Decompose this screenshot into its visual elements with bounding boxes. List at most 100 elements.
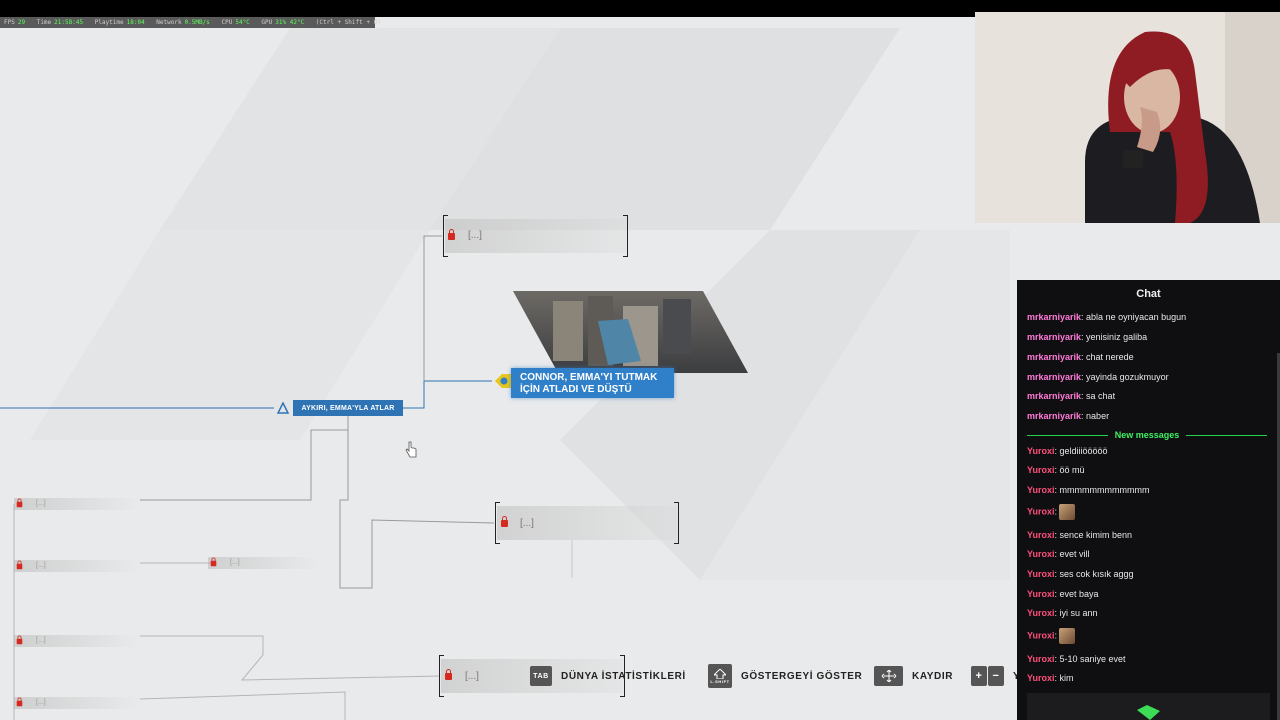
chat-text: : sa chat: [1081, 391, 1116, 401]
chat-message: Yuroxi: evet vill: [1027, 549, 1090, 559]
chat-username[interactable]: Yuroxi: [1027, 608, 1055, 618]
divider-line: [1186, 434, 1268, 436]
active-path-line: [403, 380, 492, 409]
lock-icon: [210, 557, 217, 567]
connector-line: [140, 635, 441, 681]
active-choice-label: AYKIRI, EMMA'YLA ATLAR: [301, 404, 395, 412]
divider-line: [1027, 434, 1108, 436]
node-bracket: [674, 502, 679, 544]
chat-text: : ses cok kısık aggg: [1054, 569, 1134, 579]
locked-node-small[interactable]: [...]: [14, 498, 140, 510]
locked-node-small[interactable]: [...]: [208, 557, 318, 569]
chat-message: Yuroxi: evet baya: [1027, 589, 1099, 599]
chat-text: : evet baya: [1054, 589, 1099, 599]
chat-text: : mmmmmmmmmmmm: [1054, 485, 1150, 495]
chat-username[interactable]: mrkarniyarik: [1027, 332, 1081, 342]
chat-username[interactable]: Yuroxi: [1027, 654, 1055, 664]
chat-text: : abla ne oyniyacan bugun: [1081, 312, 1187, 322]
chat-message: Yuroxi: geldiiiööööö: [1027, 446, 1108, 456]
chat-username[interactable]: mrkarniyarik: [1027, 352, 1081, 362]
chat-panel: Chat mrkarniyarik: abla ne oyniyacan bug…: [1017, 280, 1280, 720]
chat-title: Chat: [1136, 288, 1161, 300]
chat-text: :: [1054, 630, 1058, 641]
node-label: [...]: [230, 559, 240, 566]
node-bracket: [495, 502, 500, 544]
shift-key-icon: L.SHIFT: [708, 664, 732, 688]
chat-text: : sence kimim benn: [1054, 530, 1133, 540]
pan-hint[interactable]: KAYDIR: [874, 662, 953, 690]
chat-username[interactable]: mrkarniyarik: [1027, 411, 1081, 421]
chat-username[interactable]: Yuroxi: [1027, 673, 1055, 683]
chat-username[interactable]: mrkarniyarik: [1027, 391, 1081, 401]
chat-username[interactable]: Yuroxi: [1027, 549, 1055, 559]
chat-text: : geldiiiööööö: [1054, 446, 1108, 456]
node-label: [...]: [465, 671, 479, 682]
tab-key-icon: TAB: [530, 666, 552, 686]
chat-message: Yuroxi: iyi su ann: [1027, 608, 1098, 618]
lock-icon: [16, 697, 23, 707]
node-label: [...]: [36, 699, 46, 706]
chat-text: : chat nerede: [1081, 352, 1134, 362]
locked-node[interactable]: [...]: [495, 502, 679, 544]
chat-input[interactable]: [1027, 693, 1270, 720]
locked-node-small[interactable]: [...]: [14, 697, 140, 709]
hand-cursor-icon: [405, 441, 417, 458]
chat-text: : naber: [1081, 411, 1110, 421]
new-messages-divider: New messages: [1027, 429, 1268, 441]
chat-username[interactable]: Yuroxi: [1027, 530, 1055, 540]
zoom-in-key[interactable]: +: [971, 666, 987, 686]
lock-icon: [16, 635, 23, 645]
chat-username[interactable]: Yuroxi: [1027, 465, 1055, 475]
chat-message: Yuroxi: sence kimim benn: [1027, 530, 1132, 540]
chat-message: Yuroxi: ses cok kısık aggg: [1027, 569, 1134, 579]
chat-username[interactable]: Yuroxi: [1027, 630, 1055, 640]
zoom-out-key[interactable]: −: [988, 666, 1004, 686]
chat-text: : yenisiniz galiba: [1081, 332, 1148, 342]
chat-username[interactable]: mrkarniyarik: [1027, 372, 1081, 382]
chat-username[interactable]: mrkarniyarik: [1027, 312, 1081, 322]
move-arrows-icon: [874, 666, 903, 686]
node-label: [...]: [468, 230, 482, 241]
chat-message: Yuroxi: kim: [1027, 673, 1074, 683]
lock-icon: [445, 669, 452, 680]
shift-arrow-icon: [714, 668, 726, 679]
world-stats-hint[interactable]: TAB DÜNYA İSTATİSTİKLERİ: [530, 662, 686, 690]
cat-emote-icon: [1059, 628, 1076, 644]
world-stats-label: DÜNYA İSTATİSTİKLERİ: [561, 670, 686, 682]
show-indicator-hint[interactable]: L.SHIFT GÖSTERGEYİ GÖSTER: [708, 662, 862, 690]
chat-text: :: [1054, 506, 1058, 517]
lock-icon: [16, 498, 23, 508]
node-label: [...]: [36, 637, 46, 644]
chat-text: : 5-10 saniye evet: [1054, 654, 1126, 664]
chat-username[interactable]: Yuroxi: [1027, 569, 1055, 579]
chat-message: mrkarniyarik: chat nerede: [1027, 352, 1134, 362]
chat-message: mrkarniyarik: naber: [1027, 411, 1109, 421]
cat-emote-icon: [1059, 504, 1076, 520]
locked-node-small[interactable]: [...]: [14, 560, 140, 572]
node-label: [...]: [36, 500, 46, 507]
webcam-overlay: [975, 12, 1280, 223]
locked-node[interactable]: [...]: [443, 215, 628, 257]
lock-icon: [501, 516, 508, 527]
ending-label-line1: CONNOR, EMMA'YI TUTMAK: [520, 372, 658, 383]
chat-text: : kim: [1054, 673, 1074, 683]
connector-line: [139, 691, 346, 720]
chat-text: : iyi su ann: [1054, 608, 1098, 618]
chat-username[interactable]: Yuroxi: [1027, 589, 1055, 599]
chat-message: Yuroxi:: [1027, 504, 1076, 520]
chat-message: mrkarniyarik: sa chat: [1027, 391, 1115, 401]
shift-key-label: L.SHIFT: [710, 678, 730, 684]
chat-username[interactable]: Yuroxi: [1027, 485, 1055, 495]
chat-message: Yuroxi: öö mü: [1027, 465, 1085, 475]
active-choice-node[interactable]: AYKIRI, EMMA'YLA ATLAR: [293, 400, 403, 416]
connector-line: [423, 235, 442, 381]
chat-username[interactable]: Yuroxi: [1027, 506, 1055, 516]
chat-text: : öö mü: [1054, 465, 1085, 475]
chat-message: Yuroxi:: [1027, 628, 1076, 644]
locked-node-small[interactable]: [...]: [14, 635, 140, 647]
node-bracket: [439, 655, 444, 697]
scene-thumbnail[interactable]: [513, 291, 748, 373]
zoom-hint[interactable]: + − Y: [971, 662, 1020, 690]
ending-node[interactable]: CONNOR, EMMA'YI TUTMAK İÇİN ATLADI VE DÜ…: [511, 368, 674, 398]
chat-username[interactable]: Yuroxi: [1027, 446, 1055, 456]
